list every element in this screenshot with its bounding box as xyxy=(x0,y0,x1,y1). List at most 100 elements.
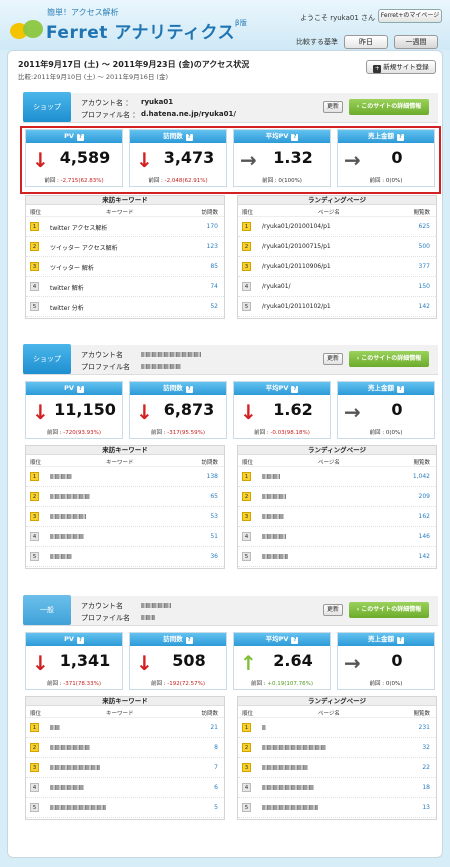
metric-card-avg-pv: 平均PV? → 1.32 前回 : 0(100%) xyxy=(233,129,331,187)
profile-label: プロファイル名 xyxy=(81,363,130,371)
table-row[interactable]: 4 twitter 解析 74 xyxy=(26,277,224,297)
table-title: 来訪キーワード xyxy=(26,446,224,455)
table-row[interactable]: 5/ryuka01/20110102/p1 142 xyxy=(238,297,436,317)
help-icon[interactable]: ? xyxy=(185,134,193,141)
table-row[interactable]: 4/ryuka01/150 xyxy=(238,277,436,297)
compare-label: 比較する基準 xyxy=(296,38,338,46)
help-icon[interactable]: ? xyxy=(291,386,299,393)
welcome-text: ようこそ ryuka01 さん xyxy=(300,14,376,22)
account-value-redacted xyxy=(141,601,171,609)
tables-row: 来訪キーワード 順位 キーワード 訪問数 1 twitter アクセス解析 170 2ツ… xyxy=(23,195,438,319)
new-site-button[interactable]: + 新規サイト登録 xyxy=(366,60,436,74)
site-detail-button[interactable]: › このサイトの詳細情報 xyxy=(349,99,429,115)
site-detail-button[interactable]: › このサイトの詳細情報 xyxy=(349,351,429,367)
table-row[interactable]: 28 xyxy=(26,738,224,758)
table-row[interactable]: 4 51 xyxy=(26,527,224,547)
metric-value: 1.62 xyxy=(273,400,313,419)
table-title: 来訪キーワード xyxy=(26,196,224,205)
help-icon[interactable]: ? xyxy=(397,134,404,141)
table-row[interactable]: 1 231 xyxy=(238,718,436,738)
table-row[interactable]: 4 146 xyxy=(238,527,436,547)
table-row[interactable]: 1 twitter アクセス解析 170 xyxy=(26,217,224,237)
table-row[interactable]: 2 65 xyxy=(26,487,224,507)
update-button[interactable]: 更新 xyxy=(323,353,343,365)
metric-card-pv: PV? ↓ 1,341 前回 : -371(78.33%) xyxy=(25,632,123,690)
table-row[interactable]: 55 xyxy=(26,798,224,818)
table-row[interactable]: 5 36 xyxy=(26,547,224,567)
table-row[interactable]: 3 ツイッター 解析 85 xyxy=(26,257,224,277)
table-row[interactable]: 1 1,042 xyxy=(238,467,436,487)
metric-card-pv: PV? ↓ 4,589 前回 : -2,715(62.83%) xyxy=(25,129,123,187)
site-type-tab[interactable]: ショップ xyxy=(23,92,71,122)
site-header: ショップ アカウント名 プロファイル名 更新 › このサイトの詳細情報 xyxy=(23,344,438,375)
table-row[interactable]: 3 162 xyxy=(238,507,436,527)
trend-down-icon: ↓ xyxy=(136,148,153,172)
table-row[interactable]: 46 xyxy=(26,778,224,798)
table-row[interactable]: 3 22 xyxy=(238,758,436,778)
tables-row: 来訪キーワード 順位 キーワード 訪問数 1 21 28 37 46 55 ランディン… xyxy=(23,696,438,820)
trend-up-icon: ↑ xyxy=(240,651,257,675)
table-row[interactable]: 4 18 xyxy=(238,778,436,798)
site-header: 一般 アカウント名 プロファイル名 更新 › このサイトの詳細情報 xyxy=(23,595,438,626)
metric-value: 0 xyxy=(391,148,403,167)
site-detail-button[interactable]: › このサイトの詳細情報 xyxy=(349,602,429,618)
help-icon[interactable]: ? xyxy=(185,637,193,644)
table-row[interactable]: 1 21 xyxy=(26,718,224,738)
metric-card-sales: 売上金額? → 0 前回 : 0(0%) xyxy=(337,632,435,690)
table-title: ランディングページ xyxy=(238,697,436,706)
help-icon[interactable]: ? xyxy=(76,637,84,644)
account-label: アカウント名 ： xyxy=(81,99,133,107)
site-type-tab[interactable]: 一般 xyxy=(23,595,71,625)
metric-value: 1,341 xyxy=(59,651,111,670)
mypage-button[interactable]: Ferret+のマイページ xyxy=(378,9,442,23)
compare-selector: 比較する基準 昨日 一週間 xyxy=(296,35,450,49)
profile-value-redacted xyxy=(141,362,181,370)
help-icon[interactable]: ? xyxy=(76,386,84,393)
table-row[interactable]: 1 138 xyxy=(26,467,224,487)
table-title: ランディングページ xyxy=(238,446,436,455)
metric-value: 2.64 xyxy=(273,651,313,670)
site-type-tab[interactable]: ショップ xyxy=(23,344,71,374)
plus-icon: + xyxy=(373,65,382,73)
help-icon[interactable]: ? xyxy=(291,637,299,644)
table-row[interactable]: 3/ryuka01/20110906/p1 377 xyxy=(238,257,436,277)
compare-tab-yesterday[interactable]: 昨日 xyxy=(344,35,388,49)
table-row[interactable]: 37 xyxy=(26,758,224,778)
metric-value: 3,473 xyxy=(163,148,215,167)
help-icon[interactable]: ? xyxy=(76,134,84,141)
dashboard-panel: 2011年9月17日 (土) ～ 2011年9月23日 (金)のアクセス状況 比… xyxy=(7,50,443,858)
help-icon[interactable]: ? xyxy=(397,637,404,644)
table-row[interactable]: 5 twitter 分析 52 xyxy=(26,297,224,317)
help-icon[interactable]: ? xyxy=(185,386,193,393)
app-header: 簡単！アクセス解析 Ferret アナリティクスβ版 ようこそ ryuka01 … xyxy=(0,0,450,50)
update-button[interactable]: 更新 xyxy=(323,101,343,113)
metric-card-visits: 訪問数? ↓ 508 前回 : -192(72.57%) xyxy=(129,632,227,690)
update-button[interactable]: 更新 xyxy=(323,604,343,616)
table-row[interactable]: 2 32 xyxy=(238,738,436,758)
metric-card-avg-pv: 平均PV? ↑ 2.64 前回 : +0.19(107.76%) xyxy=(233,632,331,690)
period-title: 2011年9月17日 (土) ～ 2011年9月23日 (金)のアクセス状況 xyxy=(18,60,250,69)
table-row[interactable]: 2 ツイッター アクセス解析 123 xyxy=(26,237,224,257)
profile-value-redacted xyxy=(141,613,155,621)
metric-value: 1.32 xyxy=(273,148,313,167)
account-label: アカウント名 xyxy=(81,351,123,359)
compare-tab-week[interactable]: 一週間 xyxy=(394,35,438,49)
trend-down-icon: ↓ xyxy=(240,400,257,424)
keyword-table: 来訪キーワード 順位 キーワード 訪問数 1 138 2 65 3 53 4 51 5 36 xyxy=(25,445,225,569)
metrics-row: PV? ↓ 4,589 前回 : -2,715(62.83%) 訪問数? ↓ 3… xyxy=(23,129,438,191)
help-icon[interactable]: ? xyxy=(291,134,299,141)
metric-value: 0 xyxy=(391,651,403,670)
table-row[interactable]: 5 13 xyxy=(238,798,436,818)
table-row[interactable]: 2 209 xyxy=(238,487,436,507)
help-icon[interactable]: ? xyxy=(397,386,404,393)
profile-label: プロファイル名 xyxy=(81,614,130,622)
table-row[interactable]: 1/ryuka01/20100104/p1 625 xyxy=(238,217,436,237)
account-value: ryuka01 xyxy=(141,98,174,106)
table-row[interactable]: 2/ryuka01/20100715/p1 500 xyxy=(238,237,436,257)
table-row[interactable]: 3 53 xyxy=(26,507,224,527)
tables-row: 来訪キーワード 順位 キーワード 訪問数 1 138 2 65 3 53 4 51 5 36 … xyxy=(23,445,438,569)
metric-value: 0 xyxy=(391,400,403,419)
brand-logo[interactable]: Ferret アナリティクスβ版 xyxy=(46,18,247,43)
table-row[interactable]: 5 142 xyxy=(238,547,436,567)
table-title: 来訪キーワード xyxy=(26,697,224,706)
